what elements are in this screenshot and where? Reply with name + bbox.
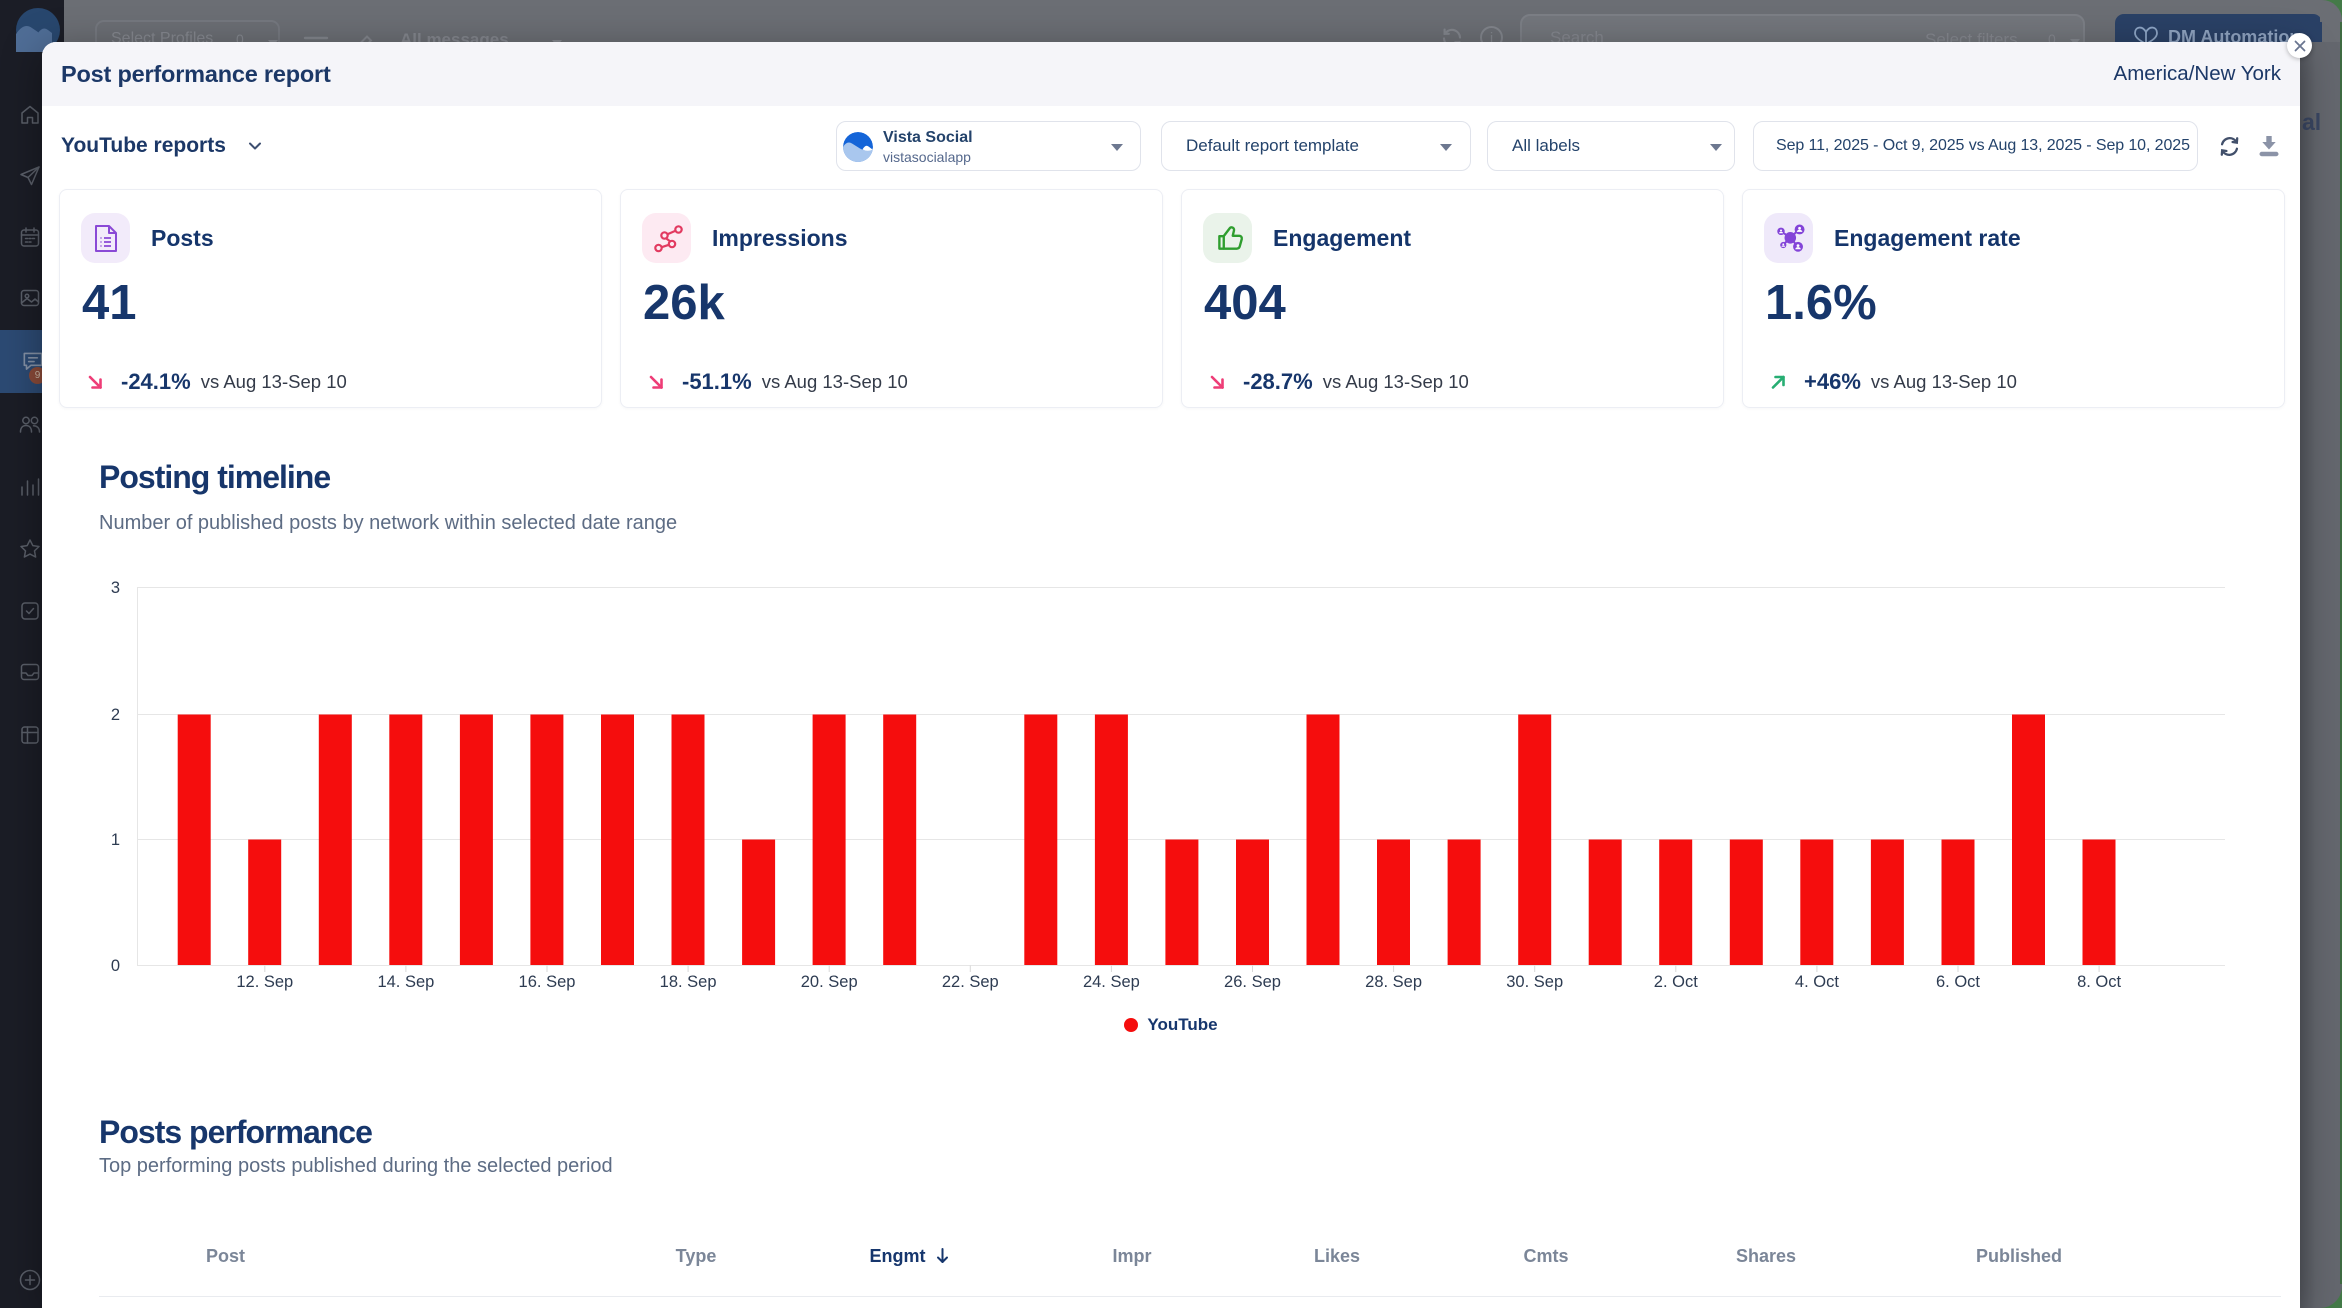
svg-text:4. Oct: 4. Oct xyxy=(1795,973,1839,991)
svg-text:14. Sep: 14. Sep xyxy=(377,973,434,991)
svg-text:28. Sep: 28. Sep xyxy=(1365,973,1422,991)
svg-text:20. Sep: 20. Sep xyxy=(801,973,858,991)
svg-text:1: 1 xyxy=(111,831,120,849)
svg-text:8. Oct: 8. Oct xyxy=(2077,973,2121,991)
svg-text:22. Sep: 22. Sep xyxy=(942,973,999,991)
svg-text:2: 2 xyxy=(111,706,120,724)
svg-text:18. Sep: 18. Sep xyxy=(660,973,717,991)
svg-text:30. Sep: 30. Sep xyxy=(1506,973,1563,991)
svg-text:26. Sep: 26. Sep xyxy=(1224,973,1281,991)
svg-text:6. Oct: 6. Oct xyxy=(1936,973,1980,991)
svg-text:2. Oct: 2. Oct xyxy=(1654,973,1698,991)
svg-text:3: 3 xyxy=(111,579,120,597)
svg-text:12. Sep: 12. Sep xyxy=(236,973,293,991)
svg-text:0: 0 xyxy=(111,957,120,975)
svg-text:16. Sep: 16. Sep xyxy=(519,973,576,991)
svg-text:24. Sep: 24. Sep xyxy=(1083,973,1140,991)
